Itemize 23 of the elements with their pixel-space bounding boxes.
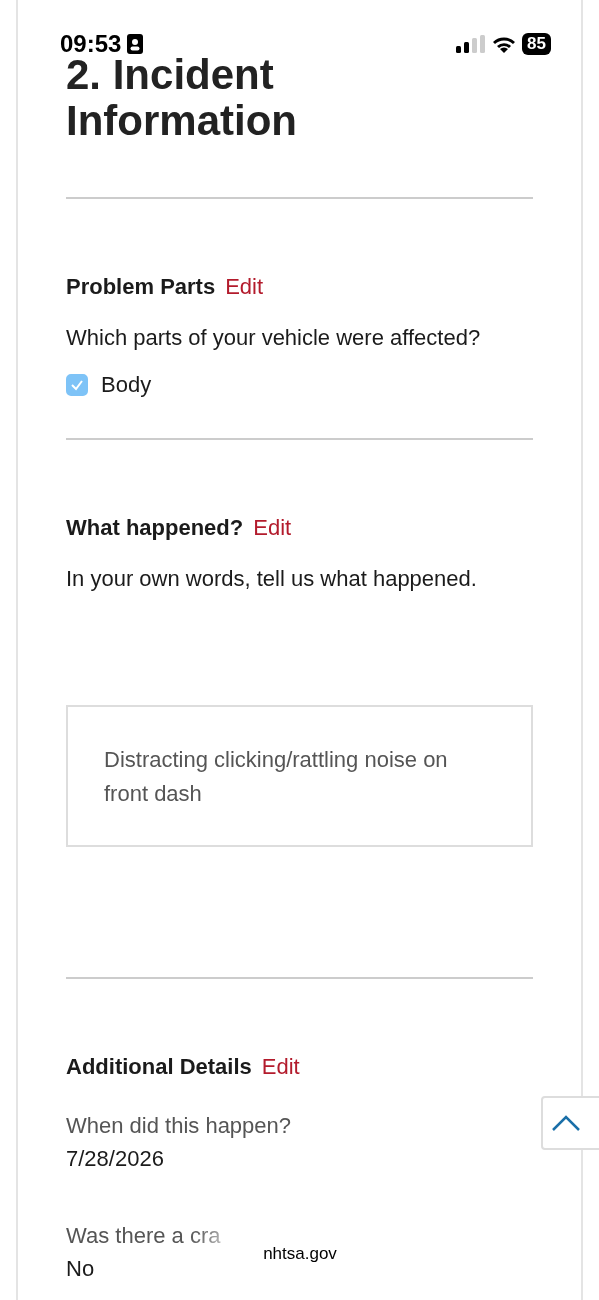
chevron-up-icon: [551, 1114, 581, 1132]
question-text: Which parts of your vehicle were affected?: [66, 324, 482, 352]
wifi-icon: [492, 35, 517, 53]
section-title: Problem Parts: [66, 274, 216, 300]
detail-question: When did this happen?: [66, 1112, 292, 1140]
edit-link[interactable]: Edit: [261, 1054, 300, 1080]
checkbox-label: Body: [101, 372, 152, 398]
question-text: In your own words, tell us what happened.: [66, 565, 478, 593]
answer-box[interactable]: Distracting clicking/rattling noise on front dash: [66, 705, 533, 847]
id-card-icon: [127, 34, 144, 54]
check-icon: [70, 378, 84, 392]
url-pill[interactable]: nhtsa.gov: [230, 1230, 370, 1278]
edit-link[interactable]: Edit: [225, 274, 264, 300]
checkbox[interactable]: [66, 374, 88, 396]
detail-question: Was there a cra: [66, 1222, 221, 1250]
signal-icon: [456, 35, 487, 53]
section-title: What happened?: [66, 515, 244, 541]
detail-answer: No: [66, 1255, 95, 1283]
battery-icon: 85: [522, 33, 551, 55]
edit-link[interactable]: Edit: [253, 515, 292, 541]
detail-answer: 7/28/2026: [66, 1145, 164, 1173]
section-title: Additional Details: [66, 1054, 252, 1080]
scroll-to-top-button[interactable]: [541, 1096, 599, 1150]
